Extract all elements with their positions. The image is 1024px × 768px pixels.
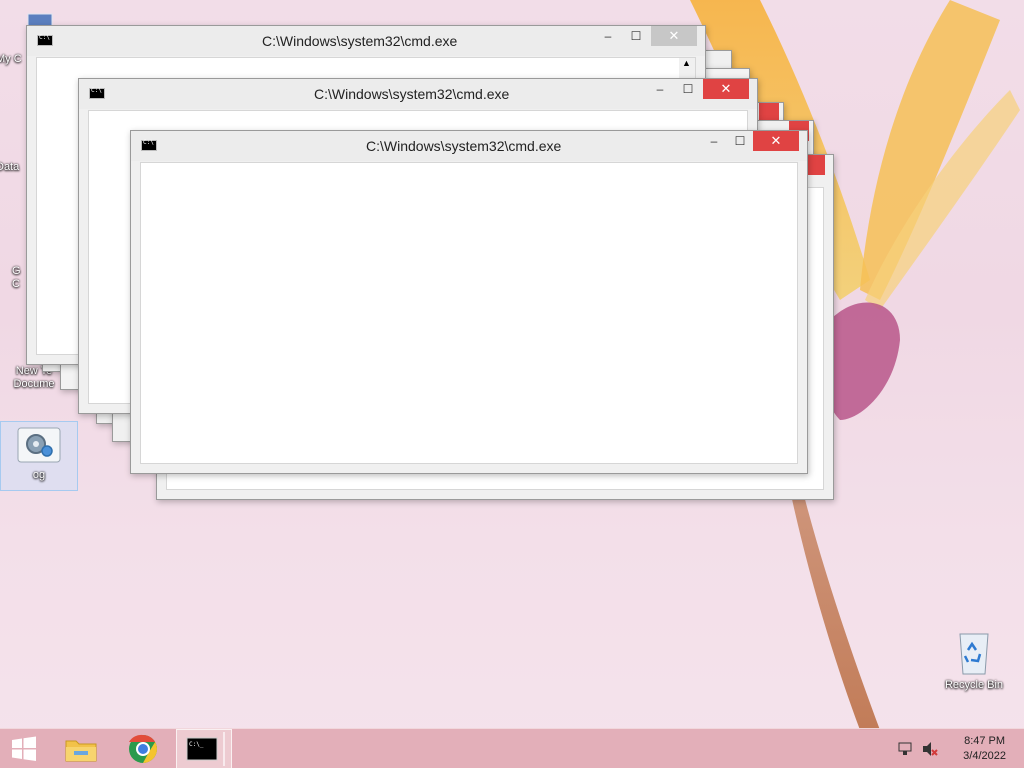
cmd-icon xyxy=(37,34,53,46)
taskbar: C:\_ 8:47 PM 3/4/2022 xyxy=(0,728,1024,768)
cmd-icon: C:\_ xyxy=(186,732,225,766)
minimize-button[interactable]: ‒ xyxy=(701,131,727,151)
scroll-up-arrow-icon[interactable]: ▲ xyxy=(682,58,691,68)
taskbar-cmd[interactable]: C:\_ xyxy=(176,729,232,768)
window-title: C:\Windows\system32\cmd.exe xyxy=(314,86,510,102)
console-area[interactable] xyxy=(140,162,798,464)
network-icon xyxy=(898,742,912,755)
settings-gear-icon xyxy=(17,427,61,463)
file-explorer-icon xyxy=(65,740,97,762)
minimize-button[interactable]: ‒ xyxy=(595,26,621,46)
cmd-window[interactable]: C:\Windows\system32\cmd.exe ‒ ☐ ✕ xyxy=(130,130,808,474)
title-bar[interactable]: C:\Windows\system32\cmd.exe ‒ ☐ ✕ xyxy=(27,26,705,56)
svg-text:C:\_: C:\_ xyxy=(189,741,204,748)
maximize-button[interactable]: ☐ xyxy=(623,26,649,46)
window-title: C:\Windows\system32\cmd.exe xyxy=(262,33,458,49)
desktop-icon-recycle-bin[interactable]: Recycle Bin xyxy=(936,630,1012,692)
volume-muted-icon xyxy=(923,742,938,756)
close-button[interactable]: ✕ xyxy=(651,26,697,46)
title-bar[interactable]: C:\Windows\system32\cmd.exe ‒ ☐ ✕ xyxy=(131,131,807,161)
title-bar[interactable]: C:\Windows\system32\cmd.exe ‒ ☐ ✕ xyxy=(79,79,757,109)
tray-volume[interactable] xyxy=(920,729,940,768)
close-button[interactable] xyxy=(807,155,825,175)
clock[interactable]: 8:47 PM 3/4/2022 xyxy=(963,734,1006,764)
taskbar-file-explorer[interactable] xyxy=(60,729,102,768)
cmd-icon xyxy=(141,139,157,151)
cmd-icon xyxy=(89,87,105,99)
recycle-bin-icon xyxy=(959,633,989,675)
tray-network[interactable] xyxy=(896,729,916,768)
taskbar-chrome[interactable] xyxy=(122,729,164,768)
chrome-icon xyxy=(129,734,157,763)
start-icon xyxy=(12,736,36,761)
close-button[interactable]: ✕ xyxy=(753,131,799,151)
clock-time: 8:47 PM xyxy=(964,735,1006,747)
close-button[interactable]: ✕ xyxy=(703,79,749,99)
start-button[interactable] xyxy=(4,729,44,768)
clock-date: 3/4/2022 xyxy=(963,750,1006,762)
maximize-button[interactable]: ☐ xyxy=(675,79,701,99)
desktop-icon-og[interactable]: og xyxy=(0,421,78,491)
maximize-button[interactable]: ☐ xyxy=(727,131,753,151)
desktop-icon-label: Recycle Bin xyxy=(944,679,1004,691)
desktop-icon-label: og xyxy=(32,469,46,481)
window-title: C:\Windows\system32\cmd.exe xyxy=(366,138,562,154)
minimize-button[interactable]: ‒ xyxy=(647,79,673,99)
